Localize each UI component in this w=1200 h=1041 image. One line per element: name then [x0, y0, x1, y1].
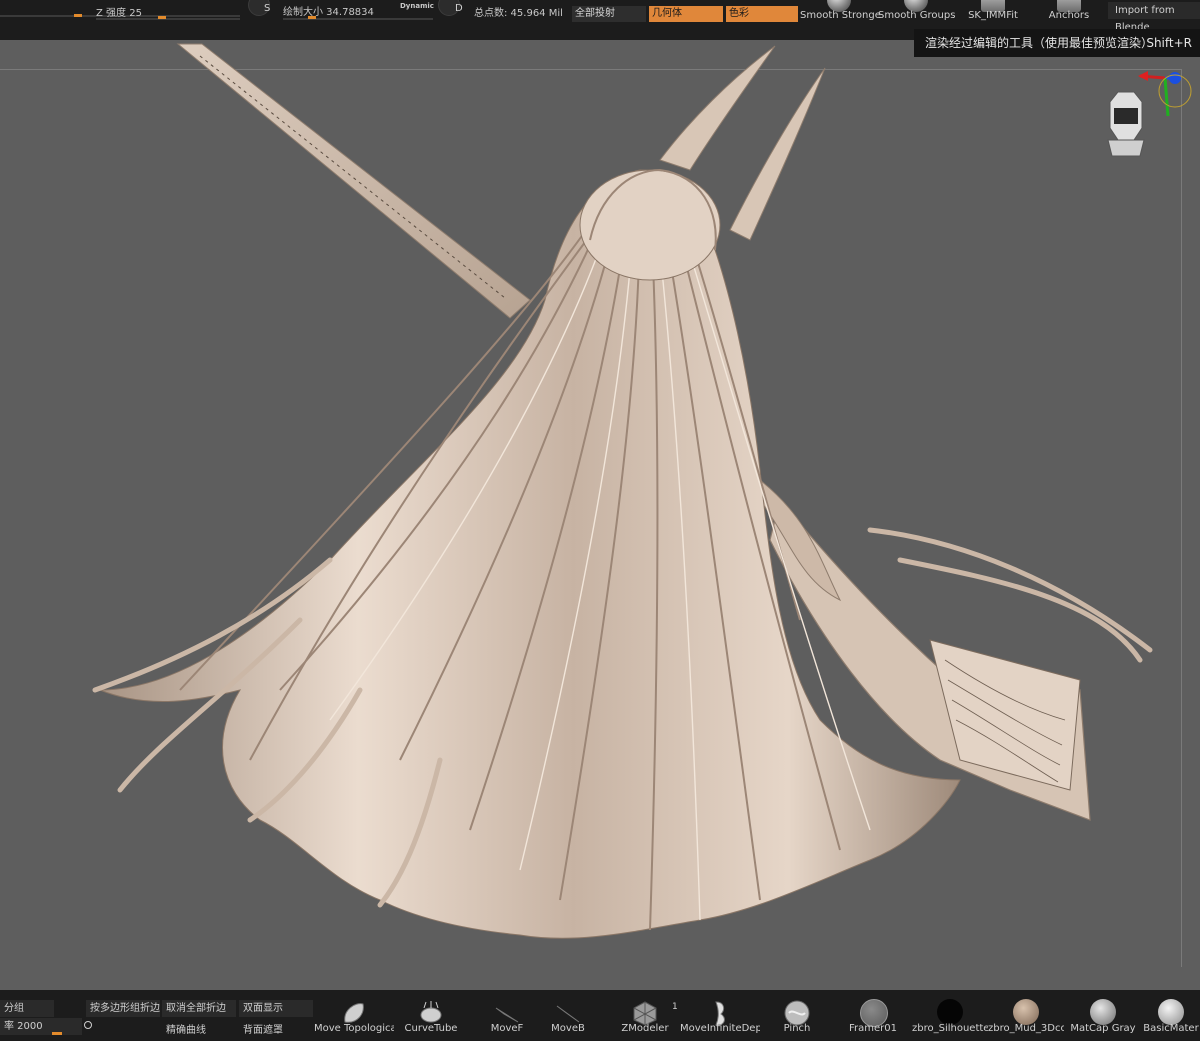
brush-label: Pinch	[783, 1023, 811, 1034]
viewport-canvas[interactable]	[0, 40, 1200, 990]
brush-zmodeler[interactable]: ZModeler 1	[614, 990, 678, 1041]
mode-s-label: S	[264, 3, 271, 14]
rate-slider-knob[interactable]	[52, 1032, 62, 1035]
brush-move-infinite-depth[interactable]: MoveInfiniteDep	[680, 990, 760, 1041]
z-intensity-knob-top[interactable]	[74, 14, 82, 17]
brush-label: CurveTube	[404, 1023, 458, 1034]
brush-move-topological[interactable]: Move Topologica	[314, 990, 394, 1041]
draw-size-track	[283, 18, 433, 20]
material-label: MatCap Gray	[1070, 1023, 1136, 1034]
geometry-dropdown[interactable]: 几何体	[649, 6, 723, 22]
hair-sculpt-model[interactable]	[0, 40, 1200, 990]
head-crown	[579, 168, 721, 281]
brush-label: Smooth Groups	[878, 10, 956, 21]
total-points-readout: 总点数: 45.964 Mil	[474, 8, 563, 19]
dynamic-toggle[interactable]: Dynamic	[400, 2, 434, 10]
z-intensity-knob[interactable]	[158, 16, 166, 19]
material-swatch	[1158, 999, 1184, 1025]
material-swatch	[1090, 999, 1116, 1025]
color-dropdown[interactable]: 色彩	[726, 6, 798, 22]
brush-label: Smooth Stronge	[800, 10, 881, 21]
material-swatch	[1013, 999, 1039, 1025]
zmodeler-badge: 1	[672, 1002, 678, 1012]
draw-size-label[interactable]: 绘制大小 34.78834	[283, 3, 374, 18]
material-framer01[interactable]: Framer01	[836, 990, 910, 1041]
rate-field[interactable]: 率 2000	[0, 1018, 82, 1035]
import-from-blender-button[interactable]: Import from Blende	[1108, 2, 1200, 33]
tooltip-shortcut: Shift+R	[1146, 36, 1192, 50]
brush-pinch[interactable]: Pinch	[768, 990, 826, 1041]
brush-moveb[interactable]: MoveB	[538, 990, 598, 1041]
precise-curve-label[interactable]: 精确曲线	[166, 1021, 206, 1036]
back-mask-label[interactable]: 背面遮罩	[243, 1021, 283, 1036]
hair-mass	[92, 169, 1153, 939]
projection-dropdown[interactable]: 全部投射	[572, 6, 646, 22]
z-intensity-track	[96, 18, 240, 20]
z-intensity-label[interactable]: Z 强度 25	[96, 4, 142, 19]
double-sided-button[interactable]: 双面显示	[239, 1000, 313, 1017]
navigation-head-icon[interactable]	[1100, 88, 1150, 160]
render-tooltip: 渲染经过编辑的工具（使用最佳预览渲染） Shift+R	[914, 29, 1200, 57]
sword-blade	[176, 43, 531, 319]
rate-radio[interactable]	[84, 1021, 92, 1029]
material-swatch	[937, 999, 963, 1025]
brush-smooth-stronger[interactable]: Smooth Stronge	[800, 0, 881, 40]
brush-label: MoveF	[490, 1023, 524, 1034]
material-label: zbro_Silhouette	[912, 1023, 988, 1034]
uncrease-all-button[interactable]: 取消全部折边	[162, 1000, 236, 1017]
mode-d-label: D	[455, 3, 463, 14]
tooltip-text: 渲染经过编辑的工具（使用最佳预览渲染）	[925, 36, 1154, 50]
material-zbro-silhouette[interactable]: zbro_Silhouette	[912, 990, 988, 1041]
polygroup-field[interactable]: 分组	[0, 1000, 54, 1017]
brush-label: Move Topologica	[314, 1023, 394, 1034]
bottom-toolbar: 分组 率 2000 按多边形组折边 取消全部折边 双面显示 精确曲线 背面遮罩 …	[0, 990, 1200, 1041]
crease-by-polygroup-button[interactable]: 按多边形组折边	[86, 1000, 160, 1017]
material-label: BasicMater	[1143, 1023, 1199, 1034]
material-zbro-mud-3dcoat[interactable]: zbro_Mud_3Dcoa	[988, 990, 1064, 1041]
brush-curvetube[interactable]: CurveTube	[398, 990, 464, 1041]
material-basic-material[interactable]: BasicMater	[1142, 990, 1200, 1041]
material-matcap-gray[interactable]: MatCap Gray	[1066, 990, 1140, 1041]
brush-movef[interactable]: MoveF	[476, 990, 538, 1041]
brush-label: MoveB	[551, 1023, 585, 1034]
brush-label: MoveInfiniteDep	[680, 1023, 760, 1034]
brush-label: ZModeler	[621, 1023, 669, 1034]
draw-size-knob[interactable]	[308, 16, 316, 19]
material-label: Framer01	[849, 1023, 897, 1034]
brush-label: Anchors	[1048, 10, 1090, 21]
material-label: zbro_Mud_3Dcoa	[988, 1023, 1064, 1034]
brush-label: SK_IMMFit	[968, 10, 1018, 21]
